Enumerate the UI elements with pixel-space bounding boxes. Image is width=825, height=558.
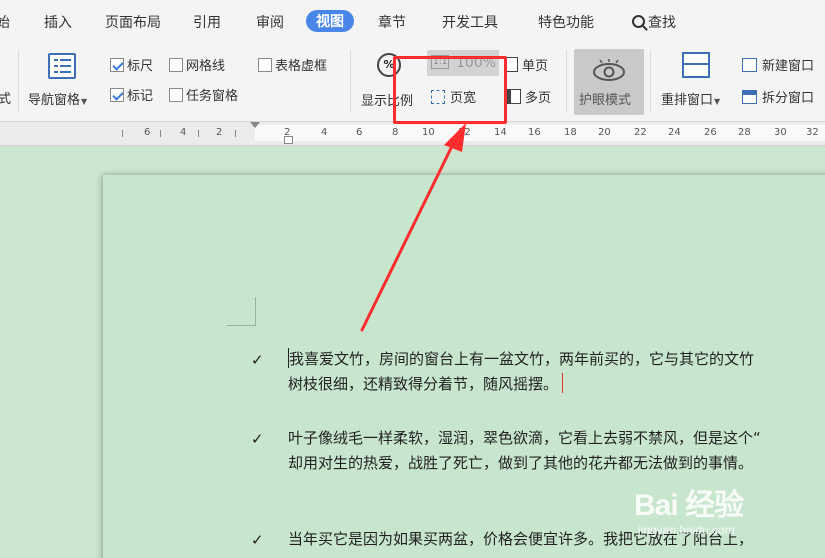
- ruler-number: 2: [284, 127, 291, 138]
- new-window-label: 新建窗口: [762, 59, 815, 74]
- menu-references[interactable]: 引用: [193, 12, 221, 32]
- checkbox-icon: [169, 88, 183, 102]
- menu-special[interactable]: 特色功能: [538, 12, 594, 32]
- split-window-icon: [742, 90, 757, 104]
- nav-pane-label: 导航窗格: [28, 93, 81, 108]
- new-window-button[interactable]: 新建窗口: [742, 55, 814, 74]
- new-window-icon: [742, 58, 757, 72]
- paragraph-line: 却用对生的热爱，战胜了死亡，做到了其他的花卉都无法做到的事情。: [288, 454, 754, 472]
- task-pane-label: 任务窗格: [186, 89, 239, 104]
- ruler-number: 14: [494, 127, 507, 138]
- ruler-number: 12: [458, 127, 471, 138]
- checkmark-bullet-icon: ✓: [251, 351, 264, 369]
- divider: [650, 50, 651, 112]
- paragraph-line: 我喜爱文竹，房间的窗台上有一盆文竹，两年前买的，它与其它的文竹: [288, 348, 755, 368]
- eye-mode-label: 护眼模式: [579, 93, 632, 108]
- multi-page-label: 多页: [525, 91, 552, 106]
- ruler-number: 6: [144, 127, 151, 138]
- horizontal-ruler[interactable]: 6 4 2 2 4 6 8 10 12 14 16 18 20 22 24 26…: [0, 122, 825, 146]
- ruler-tick: [160, 130, 161, 137]
- ruler-number: 10: [422, 127, 435, 138]
- ruler-number: 2: [216, 127, 223, 138]
- ruler-number: 22: [634, 127, 647, 138]
- ruler-checkbox[interactable]: 标尺: [110, 55, 153, 74]
- split-window-label: 拆分窗口: [762, 91, 815, 106]
- divider: [18, 50, 19, 112]
- divider: [566, 50, 567, 112]
- text-cursor: [562, 373, 564, 393]
- highlight-box: [393, 56, 507, 124]
- checkbox-checked-icon: [110, 58, 124, 72]
- checkmark-bullet-icon: ✓: [251, 531, 264, 549]
- menu-chapter[interactable]: 章节: [378, 12, 406, 32]
- ruler-number: 8: [392, 127, 399, 138]
- ruler-number: 4: [321, 127, 328, 138]
- search-label: 查找: [648, 15, 676, 31]
- ruler-number: 32: [806, 127, 819, 138]
- ruler-label: 标尺: [127, 59, 154, 74]
- table-gridlines-checkbox[interactable]: 表格虚框: [258, 55, 327, 74]
- chevron-down-icon: ▼: [714, 97, 721, 106]
- gridlines-checkbox[interactable]: 网格线: [169, 55, 225, 74]
- margin-corner-mark: [227, 297, 256, 326]
- multi-page-icon: [506, 89, 521, 104]
- ruler-tick: [122, 130, 123, 137]
- ruler-number: 20: [598, 127, 611, 138]
- marks-label: 标记: [127, 89, 154, 104]
- menu-bar: 始 插入 页面布局 引用 审阅 视图 章节 开发工具 特色功能 查找: [0, 0, 825, 44]
- eye-icon: [593, 59, 625, 81]
- checkmark-bullet-icon: ✓: [251, 430, 264, 448]
- checkbox-checked-icon: [110, 88, 124, 102]
- rearrange-window-label: 重排窗口: [661, 93, 714, 108]
- menu-developer[interactable]: 开发工具: [442, 12, 498, 32]
- search-icon: [632, 15, 645, 28]
- menu-review[interactable]: 审阅: [256, 12, 284, 32]
- nav-pane-icon[interactable]: [48, 53, 76, 79]
- ruler-number: 6: [356, 127, 363, 138]
- gridlines-label: 网格线: [186, 59, 226, 74]
- ruler-number: 26: [704, 127, 717, 138]
- single-page-label: 单页: [522, 59, 549, 74]
- paragraph-line: 叶子像绒毛一样柔软，湿润，翠色欲滴，它看上去弱不禁风，但是这个“: [288, 429, 761, 447]
- rearrange-window-button[interactable]: 重排窗口▼: [661, 89, 720, 108]
- baidu-watermark: Bai 经验 jingyan.baidu.com: [634, 475, 824, 555]
- ribbon-cut-label[interactable]: 式: [0, 88, 11, 107]
- ruler-number: 24: [668, 127, 681, 138]
- menu-view[interactable]: 视图: [306, 10, 354, 32]
- paragraph-line: 树枝很细，还精致得分着节，随风摇摆。: [288, 372, 754, 397]
- menu-search[interactable]: 查找: [632, 12, 676, 32]
- ruler-number: 30: [774, 127, 787, 138]
- single-page-button[interactable]: 单页: [506, 55, 548, 74]
- split-window-button[interactable]: 拆分窗口: [742, 87, 814, 106]
- paragraph-1[interactable]: 我喜爱文竹，房间的窗台上有一盆文竹，两年前买的，它与其它的文竹 树枝很细，还精致…: [288, 347, 754, 397]
- paragraph-2[interactable]: 叶子像绒毛一样柔软，湿润，翠色欲滴，它看上去弱不禁风，但是这个“ 却用对生的热爱…: [288, 426, 761, 476]
- watermark-url: jingyan.baidu.com: [638, 523, 735, 537]
- checkbox-icon: [169, 58, 183, 72]
- menu-page-layout[interactable]: 页面布局: [105, 12, 161, 32]
- watermark-logo: Bai 经验: [634, 489, 744, 522]
- eye-mode-button[interactable]: 护眼模式: [574, 49, 644, 115]
- task-pane-checkbox[interactable]: 任务窗格: [169, 85, 238, 104]
- table-gridlines-label: 表格虚框: [275, 59, 328, 74]
- checkbox-icon: [258, 58, 272, 72]
- marks-checkbox[interactable]: 标记: [110, 85, 153, 104]
- ruler-number: 28: [738, 127, 751, 138]
- chevron-down-icon: ▼: [81, 97, 88, 106]
- ruler-tick: [198, 130, 199, 137]
- menu-start[interactable]: 始: [0, 12, 10, 32]
- ruler-number: 4: [180, 127, 187, 138]
- menu-insert[interactable]: 插入: [44, 12, 72, 32]
- divider: [350, 50, 351, 112]
- nav-pane-button[interactable]: 导航窗格▼: [28, 89, 87, 108]
- indent-marker-icon[interactable]: [250, 122, 260, 128]
- rearrange-window-icon[interactable]: [682, 52, 710, 78]
- single-page-icon: [506, 57, 518, 72]
- ruler-number: 16: [528, 127, 541, 138]
- ruler-tick: [235, 130, 236, 137]
- ruler-number: 18: [564, 127, 577, 138]
- multi-page-button[interactable]: 多页: [506, 87, 551, 106]
